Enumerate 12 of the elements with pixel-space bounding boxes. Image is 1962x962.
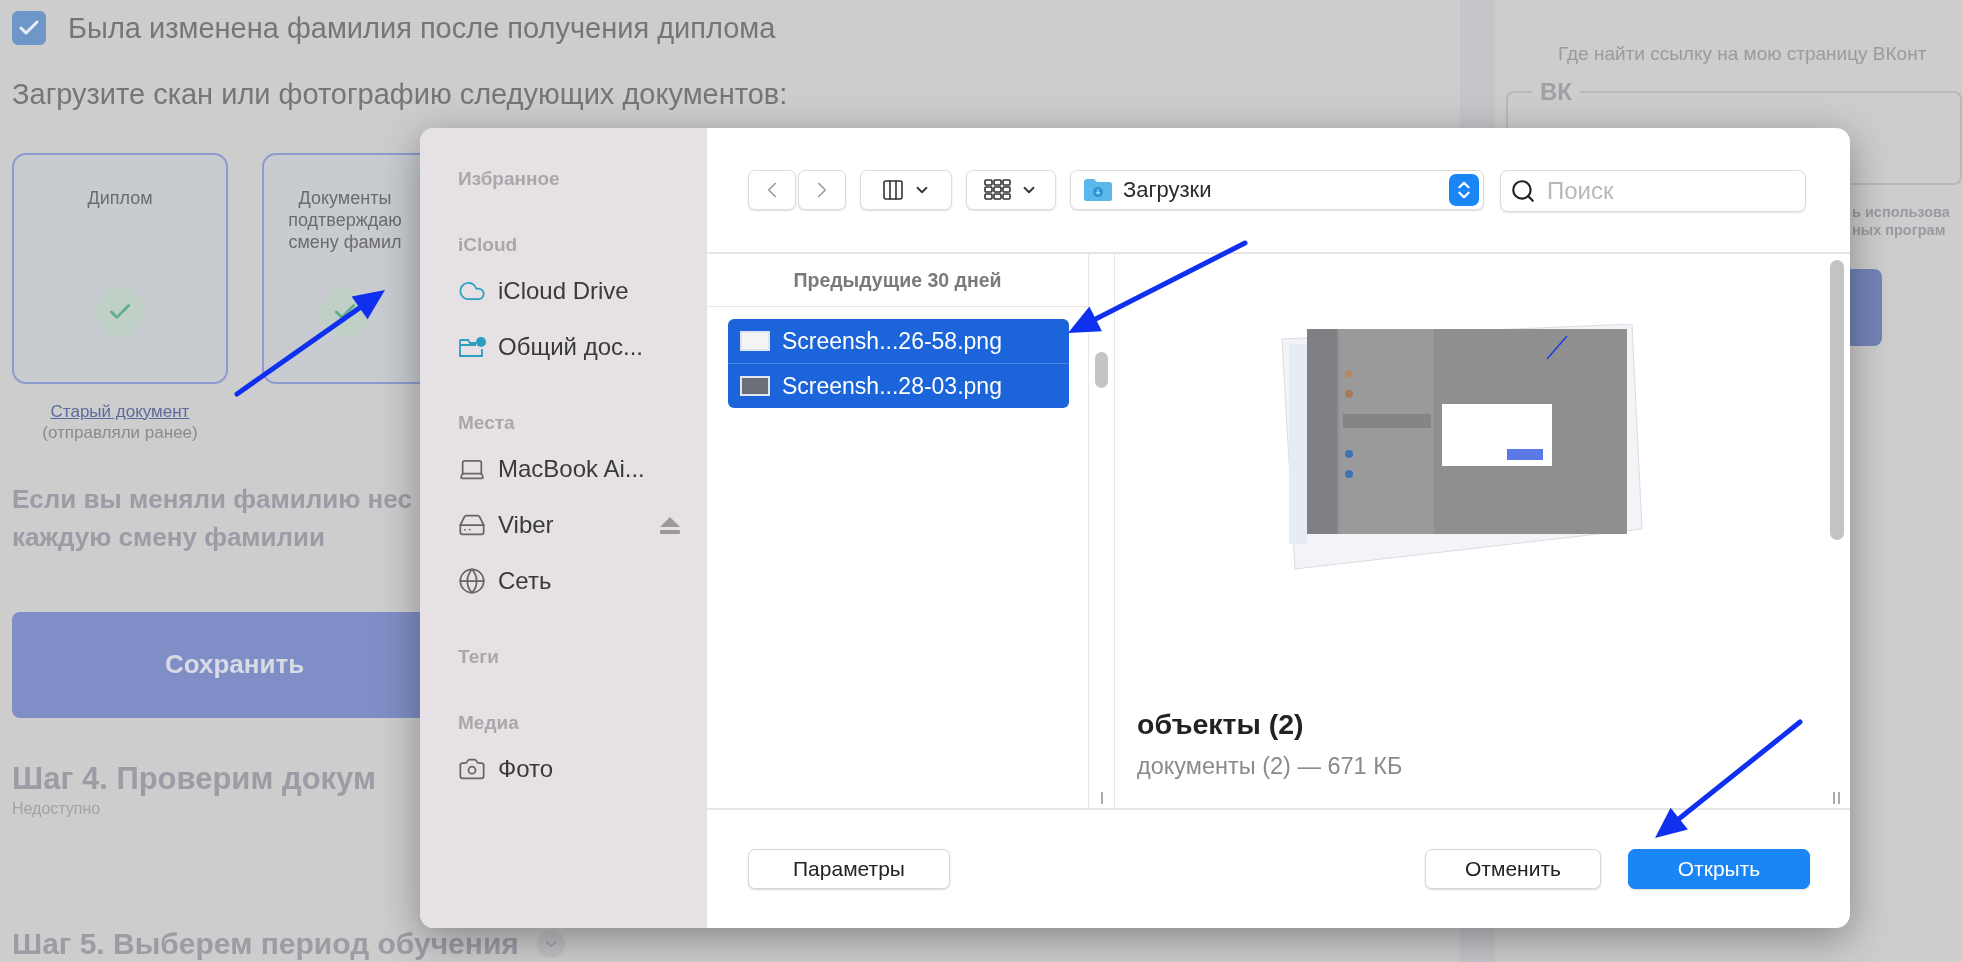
preview-title: объекты (2): [1137, 708, 1304, 741]
card-title: Документы: [298, 186, 392, 209]
group-header: Предыдущие 30 дней: [707, 254, 1088, 307]
section-title: Теги: [458, 645, 499, 669]
card-title: Диплом: [87, 186, 153, 209]
section-title: Места: [458, 411, 515, 435]
upload-prompt: Загрузите скан или фотографию следующих документов:: [12, 77, 788, 113]
checkbox-label: Была изменена фамилия после получения диплома: [68, 11, 776, 46]
card-title: смену фамил: [288, 230, 402, 253]
preview-details: документы (2) — 671 КБ: [1137, 753, 1403, 780]
old-document-note: (отправляли ранее): [42, 421, 198, 443]
card-title: подтверждаю: [288, 208, 402, 231]
